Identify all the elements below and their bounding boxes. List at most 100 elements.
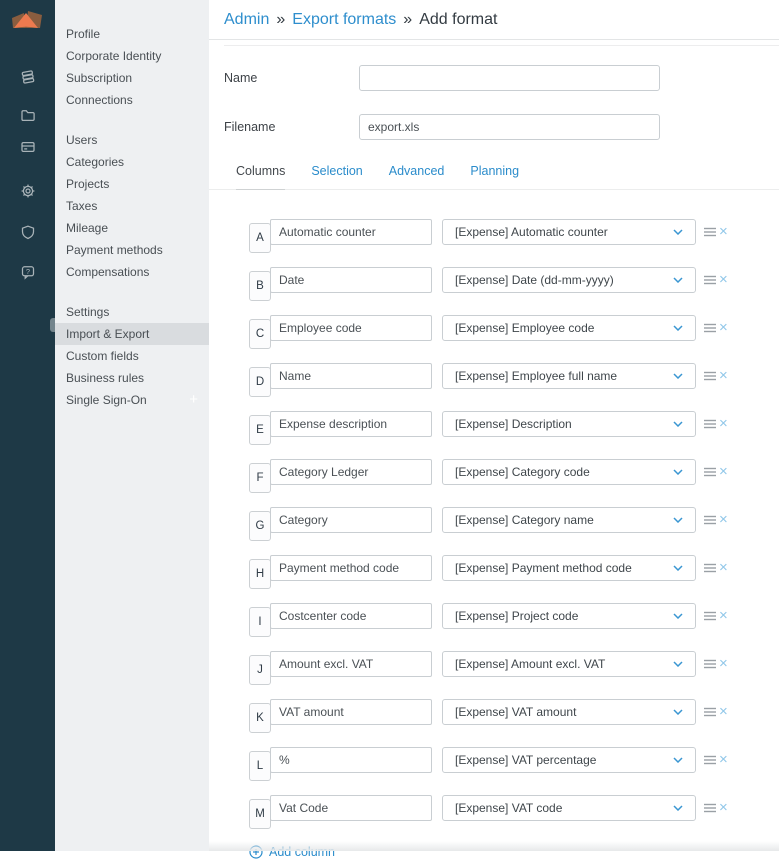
- column-letter: L: [249, 751, 271, 781]
- sidebar-item-taxes[interactable]: Taxes: [55, 195, 209, 217]
- column-label-input[interactable]: [270, 219, 432, 245]
- remove-column-icon[interactable]: ×: [719, 513, 728, 527]
- format-form: Name Filename: [209, 65, 779, 140]
- column-mapping-select[interactable]: [Expense] Amount excl. VAT: [442, 651, 696, 677]
- help-icon[interactable]: ?: [0, 263, 55, 281]
- sidebar-item-custom-fields[interactable]: Custom fields: [55, 345, 209, 367]
- breadcrumb-link-export-formats[interactable]: Export formats: [292, 11, 396, 29]
- sidebar-item-business-rules[interactable]: Business rules: [55, 367, 209, 389]
- column-mapping-select[interactable]: [Expense] Category name: [442, 507, 696, 533]
- remove-column-icon[interactable]: ×: [719, 417, 728, 431]
- column-mapping-select[interactable]: [Expense] Employee full name: [442, 363, 696, 389]
- column-mapping-select[interactable]: [Expense] VAT percentage: [442, 747, 696, 773]
- column-label-input[interactable]: [270, 651, 432, 677]
- column-mapping-select[interactable]: [Expense] VAT code: [442, 795, 696, 821]
- tab-columns[interactable]: Columns: [236, 164, 285, 190]
- sidebar-item-projects[interactable]: Projects: [55, 173, 209, 195]
- chevron-down-icon: [673, 277, 683, 283]
- chevron-down-icon: [673, 373, 683, 379]
- remove-column-icon[interactable]: ×: [719, 273, 728, 287]
- drag-handle-icon[interactable]: [704, 755, 716, 765]
- filename-input[interactable]: [359, 114, 660, 140]
- remove-column-icon[interactable]: ×: [719, 369, 728, 383]
- column-row-b: B [Expense] Date (dd-mm-yyyy) ×: [249, 267, 779, 301]
- drag-handle-icon[interactable]: [704, 515, 716, 525]
- drag-handle-icon[interactable]: [704, 707, 716, 717]
- credit-card-icon[interactable]: [0, 138, 55, 156]
- select-value: [Expense] Employee full name: [455, 369, 617, 383]
- sidebar-item-mileage[interactable]: Mileage: [55, 217, 209, 239]
- column-label-input[interactable]: [270, 411, 432, 437]
- remove-column-icon[interactable]: ×: [719, 801, 728, 815]
- drag-handle-icon[interactable]: [704, 419, 716, 429]
- tab-advanced[interactable]: Advanced: [389, 164, 445, 189]
- remove-column-icon[interactable]: ×: [719, 657, 728, 671]
- chevron-down-icon: [673, 469, 683, 475]
- column-label-input[interactable]: [270, 699, 432, 725]
- sidebar-item-corporate-identity[interactable]: Corporate Identity: [55, 45, 209, 67]
- row-actions: ×: [704, 747, 728, 773]
- drag-handle-icon[interactable]: [704, 275, 716, 285]
- column-mapping-select[interactable]: [Expense] Payment method code: [442, 555, 696, 581]
- column-mapping-select[interactable]: [Expense] Project code: [442, 603, 696, 629]
- column-label-input[interactable]: [270, 363, 432, 389]
- drag-handle-icon[interactable]: [704, 563, 716, 573]
- gear-icon[interactable]: [0, 182, 55, 200]
- sidebar-item-subscription[interactable]: Subscription: [55, 67, 209, 89]
- sidebar-item-users[interactable]: Users: [55, 129, 209, 151]
- sidebar-item-import-export[interactable]: Import & Export: [55, 323, 209, 345]
- receipts-icon[interactable]: [0, 68, 55, 86]
- remove-column-icon[interactable]: ×: [719, 225, 728, 239]
- app-logo[interactable]: [8, 7, 48, 35]
- tab-selection[interactable]: Selection: [311, 164, 362, 189]
- breadcrumb-link-admin[interactable]: Admin: [224, 11, 269, 29]
- folder-icon[interactable]: [0, 106, 55, 124]
- column-label-input[interactable]: [270, 315, 432, 341]
- sidebar-item-connections[interactable]: Connections: [55, 89, 209, 111]
- remove-column-icon[interactable]: ×: [719, 609, 728, 623]
- column-mapping-select[interactable]: [Expense] VAT amount: [442, 699, 696, 725]
- column-label-input[interactable]: [270, 555, 432, 581]
- select-value: [Expense] VAT percentage: [455, 753, 596, 767]
- column-mapping-select[interactable]: [Expense] Category code: [442, 459, 696, 485]
- drag-handle-icon[interactable]: [704, 803, 716, 813]
- drag-handle-icon[interactable]: [704, 659, 716, 669]
- sidebar-item-compensations[interactable]: Compensations: [55, 261, 209, 283]
- bottom-fade: [209, 841, 779, 851]
- drag-handle-icon[interactable]: [704, 323, 716, 333]
- column-mapping-select[interactable]: [Expense] Employee code: [442, 315, 696, 341]
- column-label-input[interactable]: [270, 459, 432, 485]
- filename-label: Filename: [224, 114, 359, 140]
- sidebar-item-settings[interactable]: Settings: [55, 301, 209, 323]
- column-row-f: F [Expense] Category code ×: [249, 459, 779, 493]
- sidebar-item-categories[interactable]: Categories: [55, 151, 209, 173]
- remove-column-icon[interactable]: ×: [719, 561, 728, 575]
- remove-column-icon[interactable]: ×: [719, 753, 728, 767]
- column-mapping-select[interactable]: [Expense] Date (dd-mm-yyyy): [442, 267, 696, 293]
- remove-column-icon[interactable]: ×: [719, 465, 728, 479]
- sidebar-item-payment-methods[interactable]: Payment methods: [55, 239, 209, 261]
- name-input[interactable]: [359, 65, 660, 91]
- remove-column-icon[interactable]: ×: [719, 705, 728, 719]
- panel-top-divider: [224, 45, 779, 46]
- column-label-input[interactable]: [270, 795, 432, 821]
- column-label-input[interactable]: [270, 267, 432, 293]
- drag-handle-icon[interactable]: [704, 611, 716, 621]
- column-label-input[interactable]: [270, 507, 432, 533]
- column-label-input[interactable]: [270, 603, 432, 629]
- tab-planning[interactable]: Planning: [470, 164, 519, 189]
- sidebar-item-profile[interactable]: Profile: [55, 23, 209, 45]
- column-label-input[interactable]: [270, 747, 432, 773]
- column-mapping-select[interactable]: [Expense] Description: [442, 411, 696, 437]
- filename-row: Filename: [224, 114, 779, 140]
- drag-handle-icon[interactable]: [704, 467, 716, 477]
- sidebar-item-single-sign-on[interactable]: Single Sign-On +: [55, 389, 209, 411]
- column-mapping-select[interactable]: [Expense] Automatic counter: [442, 219, 696, 245]
- remove-column-icon[interactable]: ×: [719, 321, 728, 335]
- drag-handle-icon[interactable]: [704, 371, 716, 381]
- plus-icon[interactable]: +: [189, 389, 198, 411]
- shield-icon[interactable]: [0, 223, 55, 241]
- breadcrumb: Admin » Export formats » Add format: [209, 0, 779, 40]
- drag-handle-icon[interactable]: [704, 227, 716, 237]
- chevron-down-icon: [673, 805, 683, 811]
